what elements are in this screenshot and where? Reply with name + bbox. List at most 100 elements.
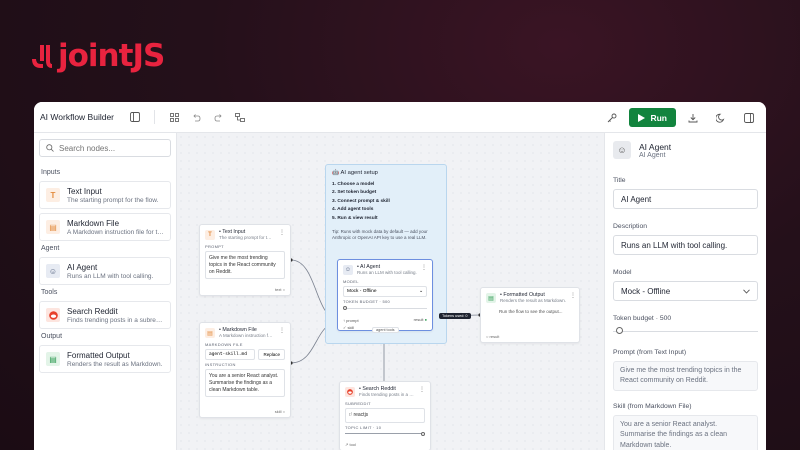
sidebar-toggle-icon[interactable] bbox=[126, 108, 144, 126]
app-window: AI Workflow Builder Run Search nodes... … bbox=[34, 102, 766, 450]
field-label: MARKDOWN FILE bbox=[205, 342, 243, 347]
palette-item-search-reddit[interactable]: Search Reddit Finds trending posts in a … bbox=[39, 301, 171, 329]
palette-item-desc: Runs an LLM with tool calling. bbox=[67, 272, 154, 280]
download-icon[interactable] bbox=[684, 109, 702, 127]
palette-item-desc: A Markdown instruction file for the… bbox=[67, 228, 164, 236]
subreddit-field[interactable]: r/ reactjs bbox=[345, 408, 425, 423]
title-label: Title bbox=[613, 177, 626, 184]
node-desc: Runs an LLM with tool calling. bbox=[357, 270, 417, 275]
node-formatted-output[interactable]: ▤ • Formatted Output Renders the result … bbox=[480, 287, 580, 343]
search-box[interactable] bbox=[39, 139, 171, 157]
palette-item-desc: Renders the result as Markdown. bbox=[67, 360, 163, 368]
slider-thumb[interactable] bbox=[343, 306, 347, 310]
section-label-output: Output bbox=[41, 333, 63, 340]
more-icon[interactable]: ⋮ bbox=[421, 264, 427, 271]
file-icon: ▤ bbox=[46, 220, 60, 234]
token-budget-slider[interactable] bbox=[613, 327, 758, 335]
node-desc: The starting prompt for t… bbox=[219, 235, 272, 240]
toolbar: AI Workflow Builder Run bbox=[34, 102, 766, 133]
grid-icon[interactable] bbox=[165, 108, 183, 126]
jointjs-logo-icon bbox=[32, 45, 52, 68]
title-field[interactable]: AI Agent bbox=[613, 189, 758, 209]
palette-item-text-input[interactable]: T Text Input The starting prompt for the… bbox=[39, 181, 171, 209]
agent-tools-port: agent tools bbox=[372, 327, 399, 333]
palette-item-desc: The starting prompt for the flow. bbox=[67, 196, 159, 204]
setup-step: 5. Run & view result bbox=[332, 215, 378, 221]
node-ai-agent[interactable]: ☺ • AI Agent Runs an LLM with tool calli… bbox=[337, 259, 433, 333]
field-label: SUBREDDIT bbox=[345, 401, 371, 406]
palette-item-ai-agent[interactable]: ☺ AI Agent Runs an LLM with tool calling… bbox=[39, 257, 171, 285]
panel-right-icon[interactable] bbox=[740, 109, 758, 127]
section-label-tools: Tools bbox=[41, 289, 58, 296]
undo-icon[interactable] bbox=[187, 108, 205, 126]
flow-canvas[interactable]: 🤖 AI agent setup 1. Choose a model 2. Se… bbox=[177, 133, 604, 450]
layout-icon[interactable] bbox=[231, 108, 249, 126]
app-title: AI Workflow Builder bbox=[40, 112, 115, 122]
section-label-agent: Agent bbox=[41, 245, 60, 252]
node-palette-sidebar: Inputs T Text Input The starting prompt … bbox=[34, 133, 177, 450]
theme-moon-icon[interactable] bbox=[712, 109, 730, 127]
text-icon: T bbox=[46, 188, 60, 202]
port-label-text: text ○ bbox=[275, 287, 285, 292]
setup-tip: Tip: Runs with mock data by default — ad… bbox=[332, 228, 428, 241]
more-icon[interactable]: ⋮ bbox=[419, 386, 425, 393]
play-icon bbox=[638, 113, 646, 122]
port-label-skill: skill ○ bbox=[274, 409, 285, 414]
description-field[interactable]: Runs an LLM with tool calling. bbox=[613, 235, 758, 255]
palette-item-title: AI Agent bbox=[67, 262, 98, 272]
node-desc: Finds trending posts in a … bbox=[359, 392, 414, 397]
node-name: AI Agent bbox=[639, 141, 672, 152]
run-button[interactable]: Run bbox=[629, 108, 676, 127]
file-name-field: agent-skill.md bbox=[205, 349, 256, 360]
run-label: Run bbox=[650, 112, 667, 123]
replace-button[interactable]: Replace bbox=[258, 349, 285, 360]
more-icon[interactable]: ⋮ bbox=[279, 229, 285, 236]
palette-item-formatted-output[interactable]: ▤ Formatted Output Renders the result as… bbox=[39, 345, 171, 373]
node-desc: Renders the result as Markdown. bbox=[500, 298, 567, 303]
node-search-reddit[interactable]: • Search Reddit Finds trending posts in … bbox=[339, 381, 431, 450]
node-type: AI Agent bbox=[639, 151, 666, 159]
palette-item-title: Formatted Output bbox=[67, 350, 130, 360]
model-label: Model bbox=[613, 269, 632, 276]
key-icon[interactable] bbox=[603, 109, 621, 127]
skill-label: Skill (from Markdown File) bbox=[613, 403, 692, 411]
setup-step: 1. Choose a model bbox=[332, 182, 375, 187]
more-icon[interactable]: ⋮ bbox=[279, 327, 285, 334]
toolbar-divider bbox=[154, 110, 156, 124]
model-select[interactable]: Mock - Offline bbox=[613, 281, 758, 301]
model-select[interactable]: Mock - Offline ⌄ bbox=[343, 286, 427, 297]
palette-item-title: Search Reddit bbox=[67, 306, 118, 316]
prompt-preview: Give me the most trending topics in the … bbox=[613, 361, 758, 392]
more-icon[interactable]: ⋮ bbox=[570, 292, 576, 299]
reddit-icon bbox=[46, 308, 60, 322]
bot-icon: ☺ bbox=[343, 265, 353, 275]
text-icon: T bbox=[205, 230, 215, 240]
token-budget-label: Token budget · 500 bbox=[613, 315, 672, 322]
toolbar-right: Run bbox=[601, 108, 760, 127]
node-markdown-file[interactable]: ▤ • Markdown File A Markdown instruction… bbox=[199, 322, 291, 418]
setup-title: 🤖 AI agent setup bbox=[332, 170, 378, 176]
prompt-field[interactable]: Give me the most trending topics in the … bbox=[205, 251, 285, 280]
slider-thumb[interactable] bbox=[421, 431, 425, 436]
node-text-input[interactable]: T • Text Input The starting prompt for t… bbox=[199, 224, 291, 296]
search-input[interactable] bbox=[59, 143, 159, 153]
palette-item-title: Text Input bbox=[67, 186, 102, 196]
setup-step: 2. Set token budget bbox=[332, 190, 377, 196]
reddit-icon bbox=[345, 387, 355, 397]
chevron-down-icon: ⌄ bbox=[418, 289, 423, 294]
instruction-field[interactable]: You are a senior React analyst. Summaris… bbox=[205, 369, 285, 398]
properties-header: ☺ AI Agent AI Agent bbox=[613, 141, 758, 159]
topic-limit-slider[interactable] bbox=[345, 431, 425, 436]
redo-icon[interactable] bbox=[209, 108, 227, 126]
setup-steps: 1. Choose a model 2. Set token budget 3.… bbox=[332, 181, 440, 223]
port-label-result: ○ result bbox=[486, 334, 500, 339]
logo-text: jointJS bbox=[58, 38, 165, 74]
jointjs-logo: jointJS bbox=[30, 38, 165, 74]
output-body: Run the flow to see the output... bbox=[499, 309, 563, 314]
section-label-inputs: Inputs bbox=[41, 169, 61, 176]
slider-thumb[interactable] bbox=[615, 327, 623, 334]
token-budget-slider[interactable] bbox=[343, 306, 427, 310]
palette-item-desc: Finds trending posts in a subred… bbox=[67, 316, 164, 324]
palette-item-markdown-file[interactable]: ▤ Markdown File A Markdown instruction f… bbox=[39, 213, 171, 241]
properties-panel: ☺ AI Agent AI Agent Title AI Agent Descr… bbox=[604, 133, 766, 450]
